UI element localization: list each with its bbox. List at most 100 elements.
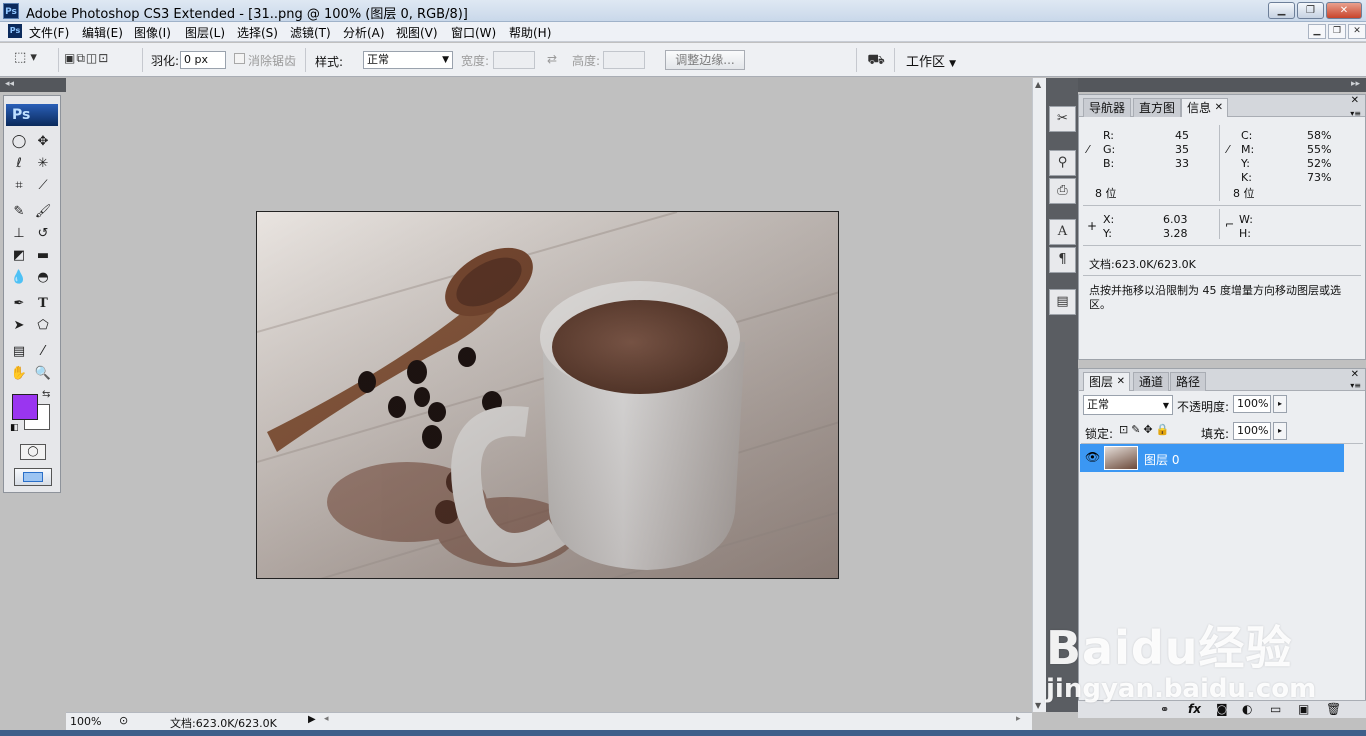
menu-select[interactable]: 选择(S) [237,24,278,41]
magic-wand-tool-icon[interactable]: ✳ [32,154,54,174]
blend-mode-select[interactable]: 正常 ▼ [1083,395,1173,415]
menu-file[interactable]: 文件(F) [29,24,69,41]
doc-menu-icon[interactable]: Ps [8,24,22,38]
panel-close-icon[interactable]: ✕ [1351,95,1359,106]
move-tool-icon[interactable]: ✥ [32,132,54,152]
lock-options-icons[interactable]: ⊡✎✥🔒 [1119,423,1172,436]
panel-close-icon[interactable]: ✕ [1351,369,1359,380]
workspace-menu[interactable]: 工作区 ▼ [906,51,956,70]
crop-tool-icon[interactable]: ⌗ [8,176,30,196]
layer-name[interactable]: 图层 0 [1144,451,1179,468]
menu-filter[interactable]: 滤镜(T) [290,24,331,41]
zoom-level[interactable]: 100% [70,715,101,728]
menu-view[interactable]: 视图(V) [396,24,438,41]
slice-tool-icon[interactable]: ⟋ [32,176,54,196]
tab-channels[interactable]: 通道 [1133,372,1170,391]
menu-help[interactable]: 帮助(H) [509,24,551,41]
eyedropper-icon[interactable]: ⁄ [1087,143,1089,156]
type-tool-icon[interactable]: T [32,294,54,314]
height-input[interactable] [603,51,645,69]
history-brush-tool-icon[interactable]: ↺ [32,224,54,244]
eye-visibility-icon[interactable]: 👁 [1085,450,1100,464]
opacity-slider-arrow-icon[interactable]: ▸ [1273,395,1287,413]
layer-thumbnail [1104,446,1138,470]
fill-slider-arrow-icon[interactable]: ▸ [1273,422,1287,440]
layer-comps-icon[interactable]: ▤ [1049,289,1076,315]
layer-row[interactable]: 👁 图层 0 [1080,444,1344,472]
selection-mode-icons[interactable]: ▣⧉◫⊡ [64,51,136,67]
doc-restore-button[interactable]: ❐ [1328,24,1346,39]
panel-menu-icon[interactable]: ▾≡ [1350,381,1361,390]
antialias-checkbox[interactable] [234,53,245,64]
marquee-tool-icon[interactable]: ◯ [8,132,30,152]
notes-tool-icon[interactable]: ▤ [8,342,30,362]
photoshop-app-icon[interactable]: Ps [3,3,19,19]
scroll-left-icon[interactable]: ◂ [324,714,329,724]
gradient-tool-icon[interactable]: ▬ [32,246,54,266]
toolbox-header-strip[interactable]: ◂◂ [0,78,66,92]
eyedropper-tool-icon[interactable]: ⁄ [32,342,54,362]
close-tab-icon[interactable]: ✕ [1117,373,1125,391]
menu-image[interactable]: 图像(I) [134,24,171,41]
vertical-scrollbar[interactable]: ▲ ▼ [1032,78,1046,712]
os-taskbar[interactable] [0,730,1366,736]
dodge-tool-icon[interactable]: ◓ [32,268,54,288]
opacity-input[interactable]: 100% [1233,395,1271,413]
doc-minimize-button[interactable]: ▁ [1308,24,1326,39]
brushes-icon[interactable]: ⚲ [1049,150,1076,176]
width-input[interactable] [493,51,535,69]
quick-mask-icon[interactable]: ◯ [20,444,46,460]
foreground-color-swatch[interactable] [12,394,38,420]
clone-source-icon[interactable]: ⎙ [1049,178,1076,204]
panel-menu-icon[interactable]: ▾≡ [1350,109,1361,118]
menu-edit[interactable]: 编辑(E) [82,24,123,41]
default-colors-icon[interactable]: ◧ [10,423,19,433]
bridge-icon[interactable]: ⛟ [864,50,888,70]
restore-button[interactable]: ❐ [1297,2,1324,19]
scroll-down-icon[interactable]: ▼ [1035,701,1041,710]
swap-dimensions-icon[interactable]: ⇄ [547,52,557,66]
blur-tool-icon[interactable]: 💧 [8,268,30,288]
path-selection-tool-icon[interactable]: ➤ [8,316,30,336]
brush-tool-icon[interactable]: 🖌 [32,202,54,222]
hand-tool-icon[interactable]: ✋ [8,364,30,384]
fill-input[interactable]: 100% [1233,422,1271,440]
feather-input[interactable]: 0 px [180,51,226,69]
close-tab-icon[interactable]: ✕ [1215,99,1223,117]
document-image[interactable] [256,211,839,579]
close-button[interactable]: ✕ [1326,2,1362,19]
shape-tool-icon[interactable]: ⬠ [32,316,54,336]
status-menu-arrow-icon[interactable]: ▶ [308,714,316,725]
tab-info[interactable]: 信息 ✕ [1181,98,1229,117]
status-options-icon[interactable]: ⊙ [119,714,128,727]
pen-tool-icon[interactable]: ✒ [8,294,30,314]
menu-analysis[interactable]: 分析(A) [343,24,385,41]
clone-stamp-tool-icon[interactable]: ⊥ [8,224,30,244]
eyedropper-icon[interactable]: ⁄ [1227,143,1229,156]
zoom-tool-icon[interactable]: 🔍 [32,364,54,384]
scroll-up-icon[interactable]: ▲ [1035,80,1041,89]
lasso-tool-icon[interactable]: ℓ [8,154,30,174]
healing-brush-tool-icon[interactable]: ✎ [8,202,30,222]
tab-paths[interactable]: 路径 [1170,372,1207,391]
tab-navigator[interactable]: 导航器 [1083,98,1132,117]
collapse-icon[interactable]: ◂◂ [5,79,14,89]
refine-edge-button[interactable]: 调整边缘... [665,50,745,70]
menu-window[interactable]: 窗口(W) [451,24,496,41]
tool-presets-icon[interactable]: ✂ [1049,106,1076,132]
minimize-button[interactable]: ▁ [1268,2,1295,19]
menu-layer[interactable]: 图层(L) [185,24,225,41]
eraser-tool-icon[interactable]: ◩ [8,246,30,266]
style-select[interactable]: 正常 ▼ [363,51,453,69]
character-icon[interactable]: A [1049,219,1076,245]
marquee-tool-preset-icon[interactable]: ⬚ ▾ [14,50,54,70]
expand-icon[interactable]: ▸▸ [1351,79,1360,89]
doc-close-button[interactable]: ✕ [1348,24,1366,39]
scroll-right-icon[interactable]: ▸ [1016,714,1021,724]
tab-histogram[interactable]: 直方图 [1133,98,1182,117]
screen-mode-icon[interactable] [14,468,52,486]
tab-layers[interactable]: 图层 ✕ [1083,372,1131,391]
panel-header-strip[interactable]: ▸▸ [1078,78,1366,92]
swap-colors-icon[interactable]: ⇆ [42,389,50,400]
paragraph-icon[interactable]: ¶ [1049,247,1076,273]
